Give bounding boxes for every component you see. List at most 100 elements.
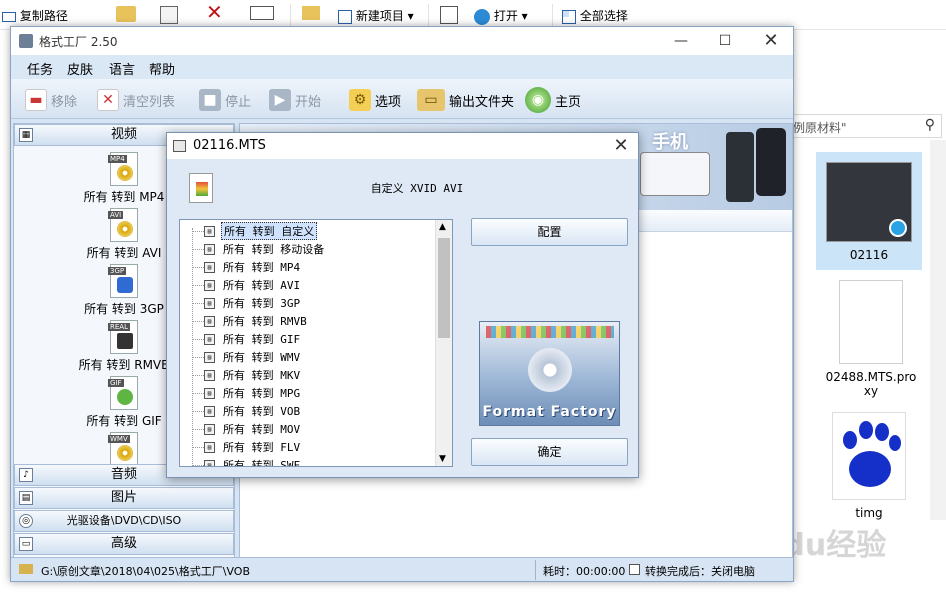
ff-titlebar[interactable]: 格式工厂 2.50 — ☐ ✕ [11,27,793,55]
home-button[interactable]: ◉ 主页 [525,87,581,113]
clear-list-label: 清空列表 [123,94,176,110]
output-path: G:\原创文章\2018\04\025\格式工厂\VOB [41,565,250,578]
start-label: 开始 [295,94,322,110]
menu-language[interactable]: 语言 [109,59,135,78]
new-item-button[interactable]: 新建项目 ▾ [338,6,414,26]
format-node-icon: ▤ [204,351,215,363]
tree-item[interactable]: ▤ 所有 转到 MOV [204,420,302,438]
tree-item-label: 所有 转到 FLV [223,441,301,454]
banner-text: 手机 [652,132,688,153]
select-all-button[interactable]: 全部选择 [562,6,628,26]
shutdown-checkbox[interactable] [629,564,640,575]
globe-icon: ◉ [525,87,551,113]
file-name: 02116 [849,248,889,262]
document-icon [839,280,903,364]
tree-item[interactable]: ▤ 所有 转到 WMV [204,348,302,366]
options-button[interactable]: ⚙ 选项 [349,87,401,113]
rename-icon[interactable] [250,6,274,26]
app-icon [19,34,33,48]
tree-item[interactable]: ▤ 所有 转到 VOB [204,402,302,420]
category-audio-label: 音频 [110,467,137,482]
file-item-proxy[interactable]: 02488.MTS.pro xy [816,280,926,398]
file-item-02116[interactable]: 02116 [816,152,922,270]
format-node-icon: ▤ [204,279,215,291]
menu-skin[interactable]: 皮肤 [67,59,93,78]
tree-item[interactable]: ▤ 所有 转到 RMVB [204,312,309,330]
stop-button[interactable]: ■ 停止 [199,87,251,113]
dialog-titlebar[interactable]: 02116.MTS ✕ [167,133,638,159]
search-icon[interactable]: ⚲ [925,117,935,133]
tree-item-label: 所有 转到 WMV [223,351,301,364]
output-folder-button[interactable]: ▭ 输出文件夹 [417,87,514,113]
category-image-label: 图片 [110,490,137,505]
tree-item[interactable]: ▤ 所有 转到 MPG [204,384,302,402]
avi-icon: AVI [108,208,138,242]
tree-item-label: 所有 转到 MPG [223,387,301,400]
app-icon [173,140,186,152]
tree-item-label: 所有 转到 移动设备 [223,243,325,256]
profile-label: 自定义 XVID AVI [370,182,464,195]
close-icon[interactable]: ✕ [757,30,785,52]
move-to-icon[interactable] [116,6,136,26]
format-tree[interactable]: ▤ 所有 转到 自定义 ▤ 所有 转到 移动设备 ▤ 所有 转到 MP4 ▤ 所有 转到 AV… [179,219,453,467]
video-thumbnail [826,162,912,242]
delete-icon[interactable]: ✕ [206,2,223,22]
remove-button[interactable]: ▬ 移除 [25,87,77,113]
tree-item[interactable]: ▤ 所有 转到 移动设备 [204,240,326,258]
copy-to-icon[interactable] [160,6,178,26]
gif-icon: GIF [108,376,138,410]
format-node-icon: ▤ [204,387,215,399]
format-node-icon: ▤ [204,423,215,435]
explorer-scrollbar[interactable] [930,140,946,520]
config-button[interactable]: 配置 [471,218,628,246]
category-disc-label: 光驱设备\DVD\CD\ISO [66,514,182,527]
picture-icon: ▤ [19,491,33,505]
clear-list-icon: ✕ [97,89,119,111]
tree-item[interactable]: ▤ 所有 转到 FLV [204,438,302,456]
ok-button[interactable]: 确定 [471,438,628,466]
tree-item-label: 所有 转到 MP4 [223,261,301,274]
tree-item[interactable]: ▤ 所有 转到 AVI [204,276,302,294]
disc-icon: ◎ [19,514,33,528]
start-button[interactable]: ▶ 开始 [269,87,321,113]
elapsed-time: 耗时：00:00:00 [543,565,626,578]
category-disc[interactable]: ◎ 光驱设备\DVD\CD\ISO [14,510,234,532]
maximize-icon[interactable]: ☐ [711,30,739,52]
file-item-timg[interactable]: timg [816,412,922,520]
file-name-line2: xy [863,384,879,398]
tree-item-label: 所有 转到 MKV [223,369,301,382]
film-reel-icon [528,348,572,392]
tree-item[interactable]: ▤ 所有 转到 SWF [204,456,302,467]
menu-task[interactable]: 任务 [27,59,53,78]
tree-item[interactable]: ▤ 所有 转到 自定义 [204,222,318,240]
tree-item-label: 所有 转到 SWF [223,459,301,467]
tree-item[interactable]: ▤ 所有 转到 GIF [204,330,302,348]
remove-icon: ▬ [25,89,47,111]
category-advanced[interactable]: ▭ 高级 [14,533,234,555]
category-image[interactable]: ▤ 图片 [14,487,234,509]
properties-icon[interactable] [440,6,458,26]
mp4-icon: MP4 [108,152,138,186]
open-icon [474,8,490,25]
scroll-down-icon[interactable]: ▼ [439,454,446,464]
clear-list-button[interactable]: ✕ 清空列表 [97,87,175,113]
remove-label: 移除 [51,94,78,110]
tree-item[interactable]: ▤ 所有 转到 3GP [204,294,302,312]
new-folder-icon[interactable] [302,6,320,26]
search-placeholder: 例原材料" [793,121,847,135]
minimize-icon[interactable]: — [667,30,695,52]
explorer-search-input[interactable]: 例原材料" ⚲ [786,114,942,138]
close-icon[interactable]: ✕ [608,134,634,158]
open-button[interactable]: 打开 ▾ [474,6,528,26]
format-node-icon: ▤ [204,405,215,417]
menu-help[interactable]: 帮助 [149,59,175,78]
tree-scrollbar[interactable]: ▲ ▼ [435,220,452,466]
copy-path-icon [2,11,16,22]
category-video-label: 视频 [110,127,137,142]
scroll-up-icon[interactable]: ▲ [439,222,446,232]
tree-item[interactable]: ▤ 所有 转到 MP4 [204,258,302,276]
scroll-thumb[interactable] [438,238,450,338]
copy-path-button[interactable]: 复制路径 [2,6,68,26]
tree-item[interactable]: ▤ 所有 转到 MKV [204,366,302,384]
format-node-icon: ▤ [204,441,215,453]
